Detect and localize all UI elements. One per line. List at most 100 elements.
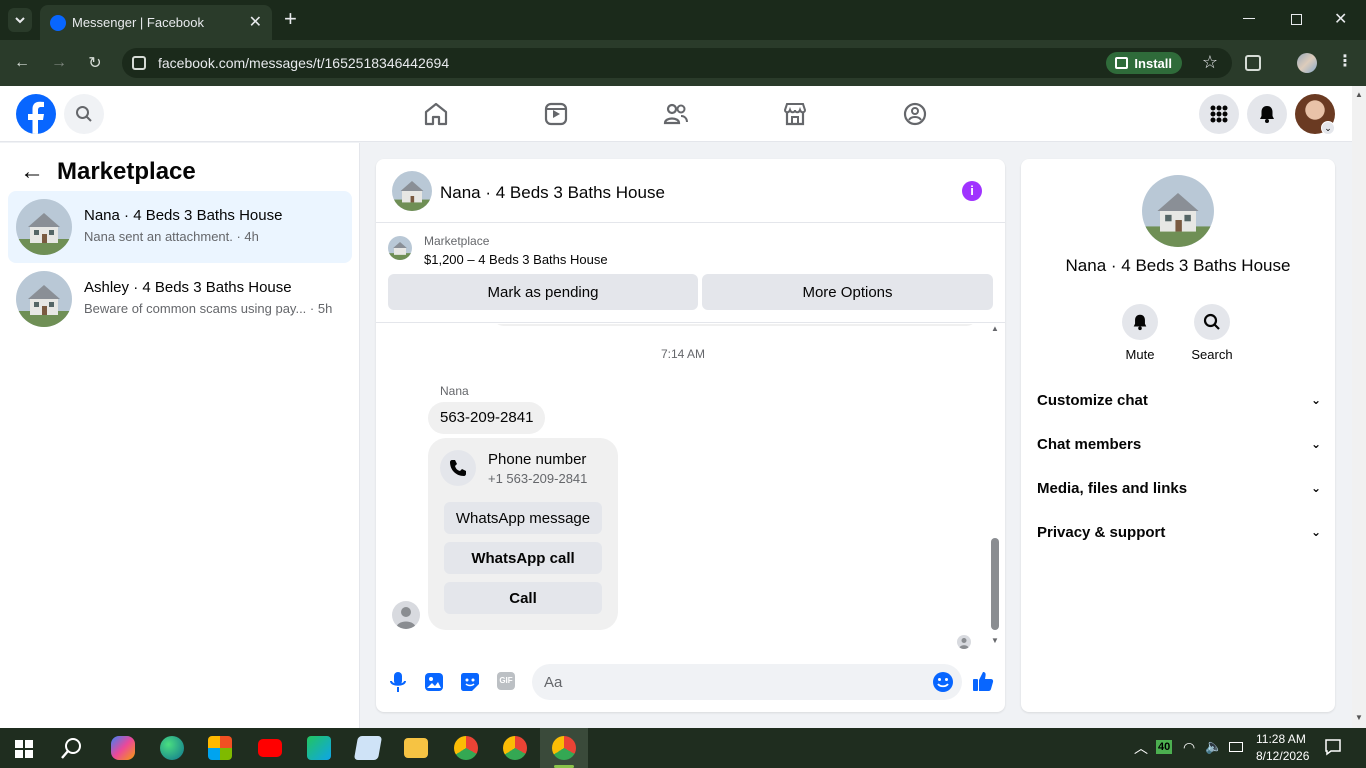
restore-icon[interactable] — [1291, 14, 1302, 25]
sender-name: Nana — [440, 384, 469, 398]
search-icon — [76, 106, 92, 122]
privacy-support-section[interactable]: Privacy & support ⌄ — [1037, 514, 1321, 550]
minimize-icon[interactable] — [1243, 18, 1255, 19]
menu-button[interactable] — [1199, 94, 1239, 134]
site-info-icon[interactable] — [132, 56, 146, 70]
video-icon[interactable] — [542, 100, 570, 128]
groups-icon[interactable] — [901, 100, 929, 128]
previous-message-edge — [492, 324, 978, 326]
new-tab-button[interactable]: + — [284, 6, 297, 32]
tab-title: Messenger | Facebook — [72, 15, 204, 30]
house-thumbnail — [16, 199, 72, 255]
house-thumbnail — [16, 271, 72, 327]
store-icon[interactable] — [208, 736, 232, 760]
info-avatar[interactable] — [1142, 175, 1214, 247]
notepad-icon[interactable] — [353, 736, 383, 760]
listing-source: Marketplace — [424, 234, 490, 248]
wifi-icon[interactable]: ◠ — [1183, 739, 1195, 756]
clock-date[interactable]: 8/12/2026 — [1256, 749, 1309, 763]
home-icon[interactable] — [422, 100, 450, 128]
listing-thumbnail[interactable] — [388, 236, 412, 260]
search-icon[interactable] — [60, 736, 84, 760]
listing-banner: Marketplace $1,200 – 4 Beds 3 Baths Hous… — [376, 223, 1005, 323]
mark-pending-button[interactable]: Mark as pending — [388, 274, 698, 310]
install-button[interactable]: Install — [1106, 52, 1182, 74]
app-icon[interactable] — [307, 736, 331, 760]
chat-avatar[interactable] — [392, 171, 432, 211]
notifications-icon[interactable] — [1324, 738, 1342, 756]
sticker-icon[interactable] — [460, 672, 480, 692]
gif-icon[interactable]: GIF — [497, 672, 515, 690]
back-icon[interactable]: ← — [10, 51, 34, 75]
thread-scrollbar[interactable]: ▲ ▼ — [988, 324, 1002, 651]
message-input[interactable]: Aa — [532, 664, 962, 700]
chrome-profile-icon[interactable] — [503, 736, 527, 760]
back-arrow-icon[interactable]: ← — [20, 158, 44, 186]
conversation-title: Ashley · 4 Beds 3 Baths House — [84, 279, 292, 296]
card-phone-number: +1 563-209-2841 — [488, 471, 588, 486]
badge-count[interactable]: 40 — [1156, 740, 1173, 754]
marketplace-icon[interactable] — [781, 100, 809, 128]
notifications-button[interactable] — [1247, 94, 1287, 134]
extensions-icon[interactable] — [1245, 55, 1261, 71]
reload-icon[interactable]: ↻ — [83, 51, 107, 75]
photo-icon[interactable] — [424, 672, 444, 692]
call-button[interactable]: Call — [444, 582, 602, 614]
browser-tab-strip: Messenger | Facebook ✕ + ✕ — [0, 0, 1366, 40]
search-button[interactable] — [64, 94, 104, 134]
whatsapp-message-button[interactable]: WhatsApp message — [444, 502, 602, 534]
more-options-button[interactable]: More Options — [702, 274, 993, 310]
close-tab-icon[interactable]: ✕ — [249, 12, 262, 32]
read-receipt-avatar — [957, 635, 971, 649]
info-icon[interactable]: i — [962, 181, 982, 201]
windows-start-icon[interactable] — [15, 740, 33, 758]
whatsapp-call-button[interactable]: WhatsApp call — [444, 542, 602, 574]
search-label: Search — [1191, 347, 1233, 362]
chrome-icon[interactable] — [454, 736, 478, 760]
message-thread[interactable]: 7:14 AM Nana 563-209-2841 Phone number +… — [376, 324, 1005, 651]
thumbs-up-icon[interactable] — [972, 670, 994, 692]
search-conversation-button[interactable]: Search — [1188, 304, 1236, 362]
account-chevron-icon[interactable]: ⌄ — [1321, 121, 1335, 135]
clock-time[interactable]: 11:28 AM — [1256, 732, 1306, 746]
url-bar[interactable]: facebook.com/messages/t/1652518346442694… — [122, 48, 1232, 78]
conversation-preview: Beware of common scams using pay... · 5h — [84, 301, 333, 316]
microphone-icon[interactable] — [388, 671, 408, 693]
customize-chat-section[interactable]: Customize chat ⌄ — [1037, 382, 1321, 418]
youtube-icon[interactable] — [258, 739, 282, 757]
conversation-preview: Nana sent an attachment. · 4h — [84, 229, 259, 244]
battery-icon[interactable] — [1229, 742, 1243, 752]
conversation-title: Nana · 4 Beds 3 Baths House — [84, 207, 283, 224]
listing-title[interactable]: $1,200 – 4 Beds 3 Baths House — [424, 252, 608, 267]
bookmark-star-icon[interactable]: ☆ — [1202, 52, 1218, 73]
chat-title[interactable]: Nana · 4 Beds 3 Baths House — [440, 183, 665, 203]
tab-search-icon[interactable] — [8, 8, 32, 32]
facebook-logo-icon[interactable] — [16, 94, 56, 134]
profile-avatar-icon[interactable] — [1297, 53, 1317, 73]
forward-icon[interactable]: → — [47, 51, 71, 75]
show-hidden-icons[interactable]: ︿ — [1134, 738, 1148, 758]
phone-number-card[interactable]: Phone number +1 563-209-2841 WhatsApp me… — [428, 438, 618, 630]
conversation-item[interactable]: Ashley · 4 Beds 3 Baths House Beware of … — [8, 263, 352, 335]
conversation-item[interactable]: Nana · 4 Beds 3 Baths House Nana sent an… — [8, 191, 352, 263]
sender-avatar[interactable] — [392, 601, 420, 629]
message-timestamp: 7:14 AM — [660, 347, 706, 361]
page-scrollbar[interactable]: ▲ ▼ — [1352, 86, 1366, 728]
emoji-icon[interactable] — [932, 671, 954, 693]
message-bubble[interactable]: 563-209-2841 — [428, 402, 546, 434]
chat-members-section[interactable]: Chat members ⌄ — [1037, 426, 1321, 462]
browser-menu-icon[interactable]: ⋮ — [1337, 51, 1353, 71]
mute-button[interactable]: Mute — [1120, 304, 1160, 362]
edge-icon[interactable] — [160, 736, 184, 760]
install-icon — [1115, 57, 1129, 69]
friends-icon[interactable] — [662, 100, 690, 128]
active-app-highlight[interactable] — [540, 728, 588, 768]
media-files-links-section[interactable]: Media, files and links ⌄ — [1037, 470, 1321, 506]
file-explorer-icon[interactable] — [404, 738, 428, 758]
volume-icon[interactable]: 🔈 — [1205, 738, 1222, 755]
thread-scroll-thumb[interactable] — [991, 538, 999, 630]
browser-tab[interactable]: Messenger | Facebook ✕ — [40, 5, 272, 40]
chevron-down-icon: ⌄ — [1310, 437, 1321, 451]
close-window-icon[interactable]: ✕ — [1334, 9, 1347, 29]
copilot-icon[interactable] — [111, 736, 135, 760]
